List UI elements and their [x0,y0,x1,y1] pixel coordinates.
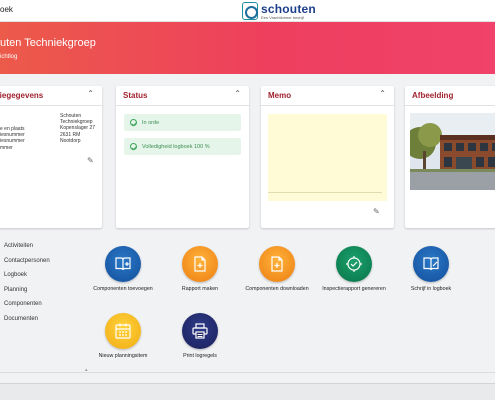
org-value: 2631 RM Nootdorp [60,131,81,144]
inspection-icon [336,246,372,282]
org-values: Schouten Techniekgroep Kopenslager 27 26… [60,113,102,144]
action-label: Print logregels [183,353,217,359]
pencil-icon[interactable]: ✎ [373,207,380,216]
building-photo[interactable] [410,113,495,190]
card-title: tiegegevens [0,91,44,100]
logo-icon [242,2,258,20]
document-add-icon [182,246,218,282]
chevron-up-icon[interactable]: ⌃ [87,89,94,98]
org-label: iesnummer [0,138,25,145]
side-menu-item-componenten[interactable]: Componenten [4,300,50,315]
card-header: Afbeelding [405,86,495,106]
side-menu-item-logboek[interactable]: Logboek [4,271,50,286]
book-write-icon [413,246,449,282]
side-menu: Activiteiten Contactpersonen Logboek Pla… [4,242,50,329]
status-text: Volledigheid logboek 100 % [142,143,210,150]
memo-textarea[interactable] [268,114,387,201]
side-menu-item-documenten[interactable]: Documenten [4,315,50,330]
generate-inspection-report-button[interactable]: Inspectierapport genereren [314,246,394,292]
card-title: Status [123,91,148,100]
pencil-icon[interactable]: ✎ [87,156,94,165]
org-value: Schouten Techniekgroep [60,113,93,126]
bottom-divider [0,372,495,373]
printer-icon [182,313,218,349]
add-components-button[interactable]: Componenten toevoegen [83,246,163,292]
page-banner: uten Techniekgroep ichtlog [0,22,495,74]
action-label: Nieuw planningsitem [98,353,148,359]
org-labels: e en plaats iesnummer iesnummer mmer [0,126,25,151]
make-report-button[interactable]: Rapport maken [160,246,240,292]
memo-divider [268,192,382,193]
chevron-up-icon[interactable]: ⌃ [234,89,241,98]
status-item: In orde [124,114,241,131]
action-label: Inspectierapport genereren [322,286,386,292]
logo-name: schouten [261,1,316,16]
org-label: mmer [0,144,13,151]
status-card: Status ⌃ In orde Volledigheid logboek 10… [116,86,249,228]
action-label: Schrijf in logboek [410,286,452,292]
bottom-bar [0,383,495,400]
action-label: Rapport maken [181,286,219,292]
logo-tagline: Een Vrachtkrimer bedrijf [261,14,304,20]
chevron-up-icon[interactable]: ⌃ [379,89,386,98]
calendar-icon [105,313,141,349]
write-logbook-button[interactable]: Schrijf in logboek [391,246,471,292]
page-subtitle: ichtlog [0,54,18,60]
check-circle-icon [130,143,137,150]
status-item: Volledigheid logboek 100 % [124,138,241,155]
book-add-icon [105,246,141,282]
image-card: Afbeelding [405,86,495,228]
company-logo[interactable]: schouten Een Vrachtkrimer bedrijf [242,1,316,21]
card-header: Memo ⌃ [261,86,394,106]
card-header: tiegegevens ⌃ [0,86,102,106]
new-planning-item-button[interactable]: Nieuw planningsitem [83,313,163,359]
organisation-card: tiegegevens ⌃ e en plaats iesnummer iesn… [0,86,102,228]
memo-card: Memo ⌃ ✎ [261,86,394,228]
card-title: Memo [268,91,292,100]
action-label: Componenten toevoegen [93,286,153,292]
top-bar: oek schouten Een Vrachtkrimer bedrijf [0,0,495,22]
side-menu-item-planning[interactable]: Planning [4,286,50,301]
card-title: Afbeelding [412,91,454,100]
action-label: Componenten downloaden [245,286,309,292]
document-download-icon [259,246,295,282]
app-title-fragment: oek [0,5,13,14]
side-menu-item-activiteiten[interactable]: Activiteiten [4,242,50,257]
side-menu-item-contactpersonen[interactable]: Contactpersonen [4,257,50,272]
check-circle-icon [130,119,137,126]
page-title: uten Techniekgroep [0,37,96,49]
status-text: In orde [142,119,160,126]
card-header: Status ⌃ [116,86,249,106]
print-log-lines-button[interactable]: Print logregels [160,313,240,359]
download-components-button[interactable]: Componenten downloaden [237,246,317,292]
